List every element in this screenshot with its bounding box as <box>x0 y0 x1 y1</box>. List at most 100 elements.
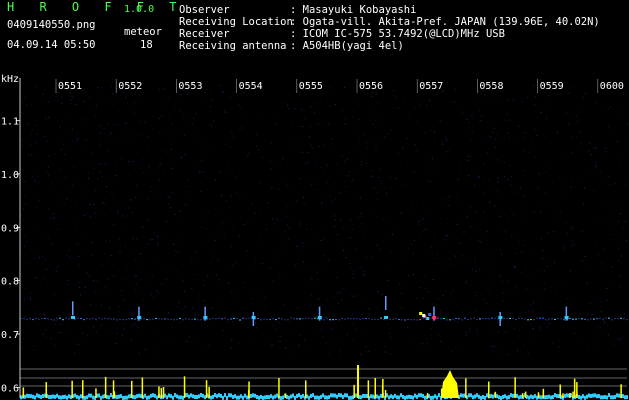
baseline-pixel <box>554 393 556 398</box>
noise-pixel <box>322 255 324 257</box>
baseline-pixel <box>322 393 324 398</box>
noise-pixel <box>316 163 318 165</box>
noise-pixel <box>160 105 162 107</box>
noise-pixel <box>389 251 391 253</box>
noise-pixel <box>139 263 141 265</box>
noise-pixel <box>202 222 203 224</box>
noise-pixel <box>340 219 342 221</box>
baseline-pixel <box>214 393 216 398</box>
noise-pixel <box>178 302 180 304</box>
noise-pixel <box>499 275 501 277</box>
noise-pixel <box>170 148 172 150</box>
noise-pixel <box>473 256 475 258</box>
noise-pixel <box>336 163 338 165</box>
band-pixel <box>215 318 217 320</box>
noise-pixel <box>112 123 114 125</box>
noise-pixel <box>352 324 354 326</box>
noise-pixel <box>577 110 579 112</box>
noise-pixel <box>528 151 530 153</box>
baseline-pixel <box>116 395 118 400</box>
noise-pixel <box>530 274 532 276</box>
noise-pixel <box>124 225 126 226</box>
baseline-pixel <box>468 393 470 398</box>
noise-pixel <box>122 92 124 94</box>
noise-pixel <box>430 328 432 330</box>
noise-pixel <box>115 175 117 177</box>
noise-pixel <box>21 139 23 140</box>
noise-pixel <box>567 298 569 300</box>
noise-pixel <box>126 266 128 267</box>
noise-pixel <box>113 317 114 319</box>
noise-pixel <box>323 238 325 240</box>
noise-pixel <box>97 280 99 282</box>
noise-pixel <box>85 311 87 313</box>
noise-pixel <box>384 345 386 347</box>
noise-pixel <box>25 104 27 106</box>
noise-pixel <box>58 91 60 93</box>
noise-pixel <box>375 149 377 151</box>
x-tick-label: 0558 <box>479 81 503 92</box>
noise-pixel <box>346 334 348 336</box>
band-pixel <box>293 318 295 320</box>
noise-pixel <box>547 320 549 321</box>
power-spike <box>113 391 116 398</box>
baseline-pixel <box>146 395 148 400</box>
band-pixel <box>596 318 598 320</box>
noise-pixel <box>153 116 155 117</box>
noise-pixel <box>492 95 494 97</box>
noise-pixel <box>141 134 143 135</box>
noise-pixel <box>510 183 512 185</box>
noise-pixel <box>224 111 225 113</box>
baseline-pixel <box>244 393 246 398</box>
noise-pixel <box>559 177 561 178</box>
baseline-pixel <box>436 395 438 400</box>
noise-pixel <box>475 270 476 272</box>
noise-pixel <box>123 323 125 325</box>
band-pixel <box>47 318 49 320</box>
band-pixel <box>347 318 349 319</box>
baseline-pixel <box>316 395 318 400</box>
noise-pixel <box>88 172 90 174</box>
noise-pixel <box>507 132 509 134</box>
noise-pixel <box>273 117 275 119</box>
noise-pixel <box>434 258 436 260</box>
noise-pixel <box>101 176 103 178</box>
baseline-pixel <box>566 393 568 398</box>
noise-pixel <box>389 332 391 334</box>
noise-pixel <box>82 235 84 237</box>
noise-pixel <box>220 91 222 93</box>
baseline-pixel <box>30 394 32 399</box>
band-pixel <box>212 317 214 319</box>
baseline-pixel <box>606 395 608 400</box>
noise-pixel <box>573 244 575 245</box>
noise-pixel <box>224 350 226 352</box>
noise-pixel <box>505 330 507 332</box>
noise-pixel <box>264 318 266 319</box>
power-spike <box>521 393 524 398</box>
noise-pixel <box>142 226 144 228</box>
noise-pixel <box>99 125 101 127</box>
noise-pixel <box>129 311 131 313</box>
baseline-pixel <box>492 394 494 399</box>
noise-pixel <box>34 141 36 143</box>
noise-pixel <box>312 147 314 149</box>
baseline-pixel <box>254 393 256 398</box>
noise-pixel <box>422 204 424 206</box>
noise-pixel <box>603 322 605 324</box>
noise-pixel <box>368 308 370 310</box>
noise-pixel <box>42 278 44 280</box>
baseline-pixel <box>252 393 254 398</box>
noise-pixel <box>373 140 375 142</box>
baseline-pixel <box>266 394 268 399</box>
noise-pixel <box>618 259 620 261</box>
band-pixel <box>32 319 34 321</box>
noise-pixel <box>447 194 449 196</box>
noise-pixel <box>85 293 86 295</box>
noise-pixel <box>343 249 345 251</box>
noise-pixel <box>92 152 94 154</box>
noise-pixel <box>229 97 231 99</box>
noise-pixel <box>287 224 289 226</box>
noise-pixel <box>308 279 310 281</box>
noise-pixel <box>209 261 211 263</box>
noise-pixel <box>148 166 150 168</box>
